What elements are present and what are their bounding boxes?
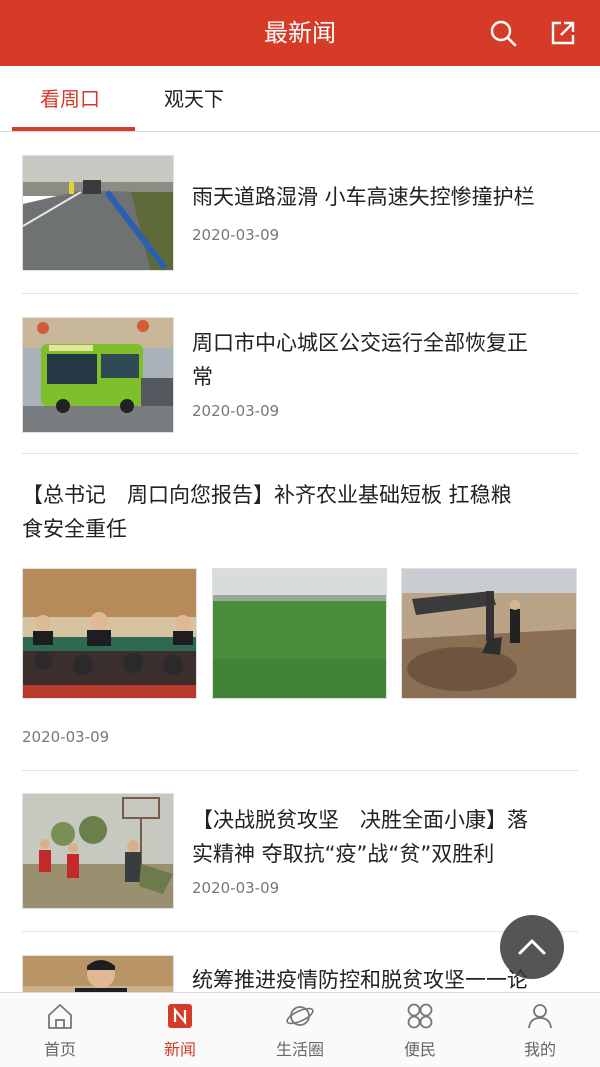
news-thumbnail-orchard[interactable]: [22, 793, 174, 909]
nav-label: 首页: [43, 1040, 76, 1059]
news-title[interactable]: 【总书记 周口向您报告】补齐农业基础短板 扛稳粮 食安全重任: [22, 478, 512, 546]
active-tab-indicator: [12, 127, 135, 131]
nav-label: 新闻: [163, 1040, 196, 1059]
divider: [22, 453, 578, 454]
news-thumbnail-bus[interactable]: [22, 317, 174, 433]
news-date: 2020-03-09: [192, 226, 280, 244]
news-title[interactable]: 【决战脱贫攻坚 决胜全面小康】落 实精神 夺取抗“疫”战“贫”双胜利: [192, 803, 528, 871]
planet-icon: [286, 1006, 314, 1026]
back-to-top-button[interactable]: [500, 915, 564, 979]
nav-label: 便民: [403, 1040, 436, 1059]
news-date: 2020-03-09: [192, 879, 280, 897]
nav-item-mine[interactable]: 我的: [480, 993, 600, 1067]
nav-item-services[interactable]: 便民: [360, 993, 480, 1067]
tab-kan-zhoukou[interactable]: 看周口: [40, 84, 100, 114]
news-title[interactable]: 雨天道路湿滑 小车高速失控惨撞护栏: [192, 180, 535, 214]
news-image-wheat-field[interactable]: [212, 568, 387, 699]
nav-item-life-circle[interactable]: 生活圈: [240, 993, 360, 1067]
news-icon: [168, 1004, 192, 1028]
news-feed[interactable]: 雨天道路湿滑 小车高速失控惨撞护栏 2020-03-09 周口市中心城区公交运行…: [0, 133, 600, 993]
tab-guan-tianxia[interactable]: 观天下: [164, 84, 224, 114]
news-date: 2020-03-09: [22, 728, 110, 746]
home-icon: [48, 1004, 72, 1029]
news-image-meeting[interactable]: [22, 568, 197, 699]
bottom-nav: 首页 新闻 生活圈 便民 我的: [0, 992, 600, 1067]
nav-item-news[interactable]: 新闻: [120, 993, 240, 1067]
divider: [22, 931, 578, 932]
news-title[interactable]: 统筹推进疫情防控和脱贫攻坚一一论: [192, 963, 528, 993]
app-header: 最新闻: [0, 0, 600, 66]
search-icon[interactable]: [486, 16, 520, 50]
nav-label: 我的: [523, 1040, 556, 1059]
category-tabs: 看周口 观天下: [0, 66, 600, 132]
grid-icon: [407, 1003, 433, 1029]
divider: [22, 770, 578, 771]
share-icon[interactable]: [546, 16, 580, 50]
user-icon: [528, 1004, 552, 1029]
news-thumbnail-highway[interactable]: [22, 155, 174, 271]
news-date: 2020-03-09: [192, 402, 280, 420]
divider: [22, 293, 578, 294]
chevron-up-icon: [518, 939, 546, 955]
news-image-excavator[interactable]: [401, 568, 577, 699]
nav-label: 生活圈: [275, 1040, 324, 1059]
nav-item-home[interactable]: 首页: [0, 993, 120, 1067]
news-title[interactable]: 周口市中心城区公交运行全部恢复正 常: [192, 326, 528, 394]
news-thumbnail-leader[interactable]: [22, 955, 174, 993]
